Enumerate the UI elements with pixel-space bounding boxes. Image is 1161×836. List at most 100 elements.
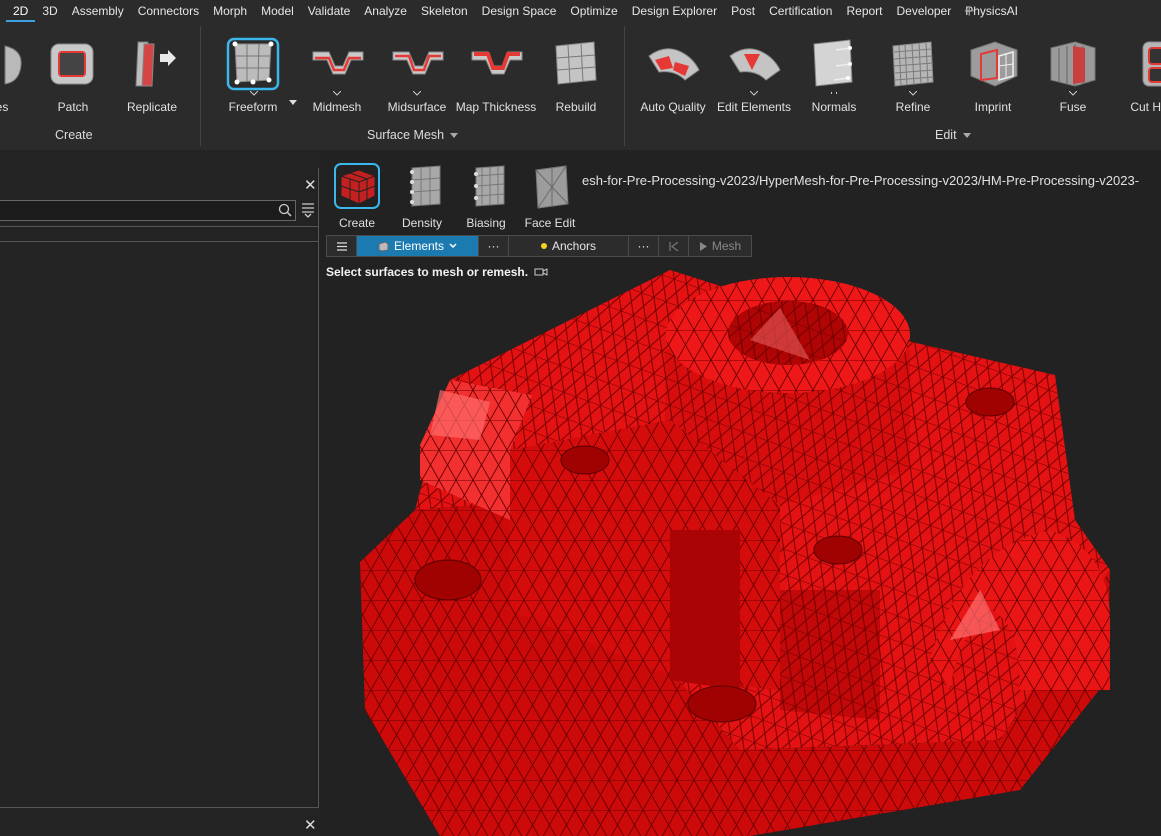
elements-icon <box>378 240 389 252</box>
surface-mesh-group-text: Surface Mesh <box>367 128 445 142</box>
menu-item-skeleton[interactable]: Skeleton <box>414 0 475 22</box>
density-tool[interactable]: Density <box>392 162 452 230</box>
chevron-down-icon <box>449 243 457 249</box>
refine-tool[interactable]: Refine <box>874 36 952 114</box>
replicate-icon <box>124 36 180 92</box>
midsurface-icon <box>389 36 445 92</box>
freeform-dropdown-icon[interactable] <box>289 94 297 108</box>
normals-chevron-down-icon[interactable] <box>830 91 838 97</box>
menu-item-assembly[interactable]: Assembly <box>65 0 131 22</box>
refine-chevron-down-icon[interactable] <box>909 91 917 97</box>
imprint-tool[interactable]: Imprint <box>954 36 1032 114</box>
patch-tool[interactable]: Patch <box>34 36 112 114</box>
search-input[interactable] <box>0 200 296 221</box>
density-label: Density <box>401 216 442 230</box>
create-mesh-icon <box>333 162 381 210</box>
menu-item-validate[interactable]: Validate <box>301 0 357 22</box>
face-edit-icon <box>526 162 574 210</box>
skip-back-button[interactable] <box>659 236 689 256</box>
menu-item-model[interactable]: Model <box>254 0 301 22</box>
edit-elements-chevron-down-icon[interactable] <box>750 91 758 97</box>
midsurface-chevron-down-icon[interactable] <box>413 91 421 97</box>
surface-mesh-dropdown-icon <box>450 132 459 138</box>
biasing-tool[interactable]: Biasing <box>456 162 516 230</box>
edit-elements-label: Edit Elements <box>716 100 792 114</box>
freeform-chevron-down-icon[interactable] <box>250 91 258 97</box>
faces-icon <box>0 36 27 92</box>
freeform-icon <box>225 36 281 92</box>
more-options-icon: ··· <box>637 239 650 253</box>
rebuild-tool[interactable]: Rebuild <box>537 36 615 114</box>
midsurface-label: Midsurface <box>387 100 447 114</box>
left-browser-panel <box>0 168 319 808</box>
close-icon[interactable]: ✕ <box>304 816 317 834</box>
fuse-tool[interactable]: Fuse <box>1034 36 1112 114</box>
auto-quality-tool[interactable]: Auto Quality <box>634 36 712 114</box>
map-thickness-tool[interactable]: Map Thickness <box>456 36 536 114</box>
menu-item-developer[interactable]: Developer <box>890 0 959 22</box>
faces-label: ces <box>0 100 9 114</box>
cut-hole-tool[interactable]: Cut Ho <box>1110 36 1161 114</box>
prompt-text: Select surfaces to mesh or remesh. <box>326 265 529 279</box>
anchors-label: Anchors <box>551 239 597 253</box>
imprint-label: Imprint <box>974 100 1012 114</box>
face-edit-tool[interactable]: Face Edit <box>520 162 580 230</box>
ribbon: ces Patch Replicate Create Freeform Midm… <box>0 22 1161 150</box>
elements-options-button[interactable]: ··· <box>479 236 509 256</box>
menu-item-connectors[interactable]: Connectors <box>131 0 206 22</box>
rebuild-icon <box>548 36 604 92</box>
biasing-label: Biasing <box>466 216 506 230</box>
edit-dropdown-icon <box>962 132 971 138</box>
normals-icon <box>806 36 862 92</box>
refine-icon <box>885 36 941 92</box>
filter-icon[interactable] <box>300 201 316 219</box>
close-icon[interactable]: ✕ <box>304 176 317 194</box>
elements-label: Elements <box>393 239 445 253</box>
edit-elements-tool[interactable]: Edit Elements <box>715 36 793 114</box>
menu-item-certification[interactable]: Certification <box>762 0 839 22</box>
menu-item-post[interactable]: Post <box>724 0 762 22</box>
menu-item-report[interactable]: Report <box>839 0 889 22</box>
menu-item-optimize[interactable]: Optimize <box>563 0 624 22</box>
edit-group-text: Edit <box>935 128 957 142</box>
auto-quality-label: Auto Quality <box>640 100 706 114</box>
fuse-chevron-down-icon[interactable] <box>1069 91 1077 97</box>
skip-back-icon <box>668 241 678 251</box>
midsurface-tool[interactable]: Midsurface <box>378 36 456 114</box>
normals-label: Normals <box>811 100 857 114</box>
mesh-button[interactable]: Mesh <box>689 236 751 256</box>
group-divider <box>200 26 201 146</box>
file-path-title: esh-for-Pre-Processing-v2023/HyperMesh-f… <box>582 173 1140 188</box>
edit-group-label[interactable]: Edit <box>935 128 971 142</box>
rebuild-label: Rebuild <box>555 100 597 114</box>
play-icon <box>699 241 707 251</box>
add-ribbon-icon[interactable]: + <box>958 0 981 22</box>
freeform-tool[interactable]: Freeform <box>214 36 292 114</box>
anchors-selector[interactable]: Anchors <box>509 236 629 256</box>
search-icon[interactable] <box>278 203 292 217</box>
menu-item-analyze[interactable]: Analyze <box>357 0 414 22</box>
group-divider <box>624 26 625 146</box>
menu-item-2d[interactable]: 2D <box>6 0 36 22</box>
replicate-tool[interactable]: Replicate <box>113 36 191 114</box>
surface-mesh-group-label[interactable]: Surface Mesh <box>367 128 459 142</box>
midmesh-chevron-down-icon[interactable] <box>333 91 341 97</box>
menu-item-morph[interactable]: Morph <box>206 0 254 22</box>
video-camera-icon[interactable] <box>534 267 548 277</box>
hamburger-icon <box>336 241 347 251</box>
faces-tool[interactable]: ces <box>0 36 38 114</box>
menu-item-design-space[interactable]: Design Space <box>475 0 564 22</box>
guide-bar-menu-button[interactable] <box>327 236 357 256</box>
anchors-options-button[interactable]: ··· <box>629 236 659 256</box>
create-mesh-tool[interactable]: Create <box>327 162 387 230</box>
menu-item-3d[interactable]: 3D <box>35 0 64 22</box>
normals-tool[interactable]: Normals <box>795 36 873 114</box>
midmesh-tool[interactable]: Midmesh <box>298 36 376 114</box>
menu-bar: 2D 3D Assembly Connectors Morph Model Validate… <box>0 0 1161 22</box>
anchor-icon <box>540 243 547 249</box>
guide-bar: Elements ··· Anchors ··· Mesh <box>326 235 752 257</box>
menu-item-design-explorer[interactable]: Design Explorer <box>625 0 724 22</box>
elements-selector[interactable]: Elements <box>357 236 479 256</box>
density-icon <box>398 162 446 210</box>
cut-hole-label: Cut Ho <box>1130 100 1161 114</box>
